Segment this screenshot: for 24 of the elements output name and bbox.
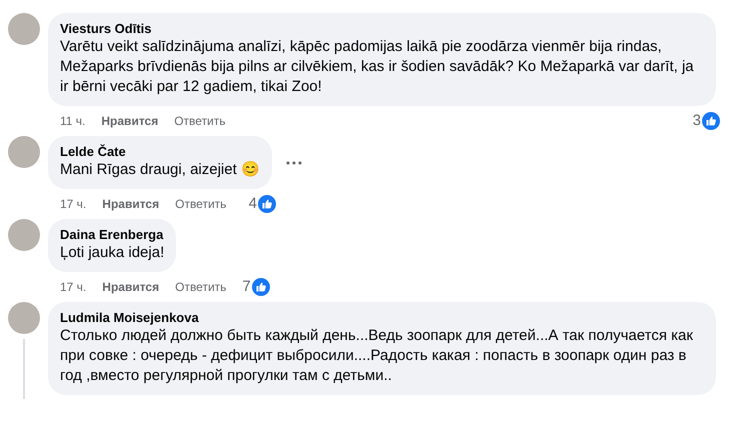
timestamp[interactable]: 17 ч. xyxy=(60,196,86,212)
comment-text: Mani Rīgas draugi, aizejiet 😊 xyxy=(60,160,260,180)
like-link[interactable]: Нравится xyxy=(102,196,160,212)
comment-text: Столько людей должно быть каждый день...Ведь зоопарк для детей...А так получается как при совке : очередь - дефицит выбросили....Радость какая : попасть в зоопарк один раз в год ,вместо регулярной прогулки там с детьми.. xyxy=(60,326,694,386)
more-options-icon[interactable] xyxy=(286,160,302,164)
reaction-count[interactable]: 3 xyxy=(692,113,701,129)
reaction-count[interactable]: 7 xyxy=(242,279,251,295)
author-name[interactable]: Ludmila Moisejenkova xyxy=(60,310,704,326)
reply-link[interactable]: Ответить xyxy=(175,196,226,212)
timestamp[interactable]: 11 ч. xyxy=(60,113,86,129)
thumbs-up-icon[interactable] xyxy=(252,278,270,296)
thumbs-up-icon[interactable] xyxy=(258,195,276,213)
thumbs-up-icon[interactable] xyxy=(702,112,720,130)
author-name[interactable]: Viesturs Odītis xyxy=(60,21,704,37)
like-link[interactable]: Нравится xyxy=(101,113,158,129)
author-name[interactable]: Daina Erenberga xyxy=(60,227,164,243)
reply-link[interactable]: Ответить xyxy=(175,279,226,295)
author-name[interactable]: Lelde Čate xyxy=(60,144,260,160)
timestamp[interactable]: 17 ч. xyxy=(60,279,86,295)
reply-link[interactable]: Ответить xyxy=(174,113,226,129)
comment-text: Ļoti jauka ideja! xyxy=(60,243,164,263)
reaction-count[interactable]: 4 xyxy=(248,196,257,212)
like-link[interactable]: Нравится xyxy=(102,279,160,295)
comment-text: Varētu veikt salīdzinājuma analīzi, kāpēc padomijas laikā pie zoodārza vienmēr bija rindas, Mežaparks brīvdienās bija pilns ar cilvēkiem, kas ir šodien savādāk? Ko Mežaparkā var darīt, ja ir bērni vecāki par 12 gadiem, tikai Zoo! xyxy=(60,37,695,97)
